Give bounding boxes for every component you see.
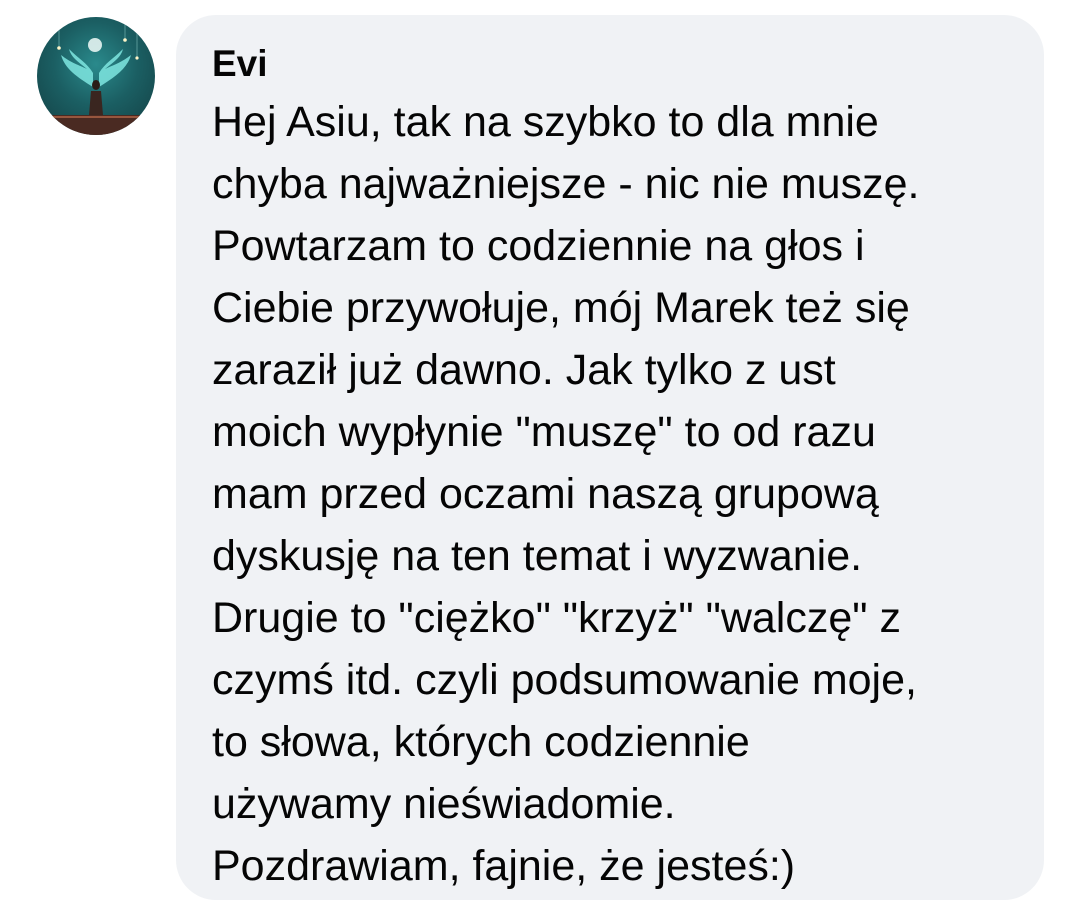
comment-line: chyba najważniejsze - nic nie muszę. xyxy=(212,160,920,208)
comment-author[interactable]: Evi xyxy=(212,43,1014,85)
avatar[interactable] xyxy=(37,17,155,135)
comment-line: mam przed oczami naszą grupową xyxy=(212,470,879,518)
comment-line: Drugie to "ciężko" "krzyż" "walczę" z xyxy=(212,594,901,642)
comment-line: używamy nieświadomie. xyxy=(212,780,676,828)
comment-line: dyskusję na ten temat i wyzwanie. xyxy=(212,532,863,580)
comment-line: czymś itd. czyli podsumowanie moje, xyxy=(212,656,917,704)
comment-text: Hej Asiu, tak na szybko to dla mnie chyb… xyxy=(212,91,1014,897)
angel-avatar-icon xyxy=(37,17,155,135)
comment-bubble: Evi Hej Asiu, tak na szybko to dla mnie … xyxy=(176,15,1044,900)
comment-line: Powtarzam to codziennie na głos i xyxy=(212,222,865,270)
comment-line: Hej Asiu, tak na szybko to dla mnie xyxy=(212,98,879,146)
comment-line: moich wypłynie "muszę" to od razu xyxy=(212,408,876,456)
comment-line: Pozdrawiam, fajnie, że jesteś:) xyxy=(212,842,796,890)
comment-line: to słowa, których codziennie xyxy=(212,718,750,766)
comment-line: zaraził już dawno. Jak tylko z ust xyxy=(212,346,836,394)
comment: Evi Hej Asiu, tak na szybko to dla mnie … xyxy=(0,0,1080,915)
comment-line: Ciebie przywołuje, mój Marek też się xyxy=(212,284,910,332)
